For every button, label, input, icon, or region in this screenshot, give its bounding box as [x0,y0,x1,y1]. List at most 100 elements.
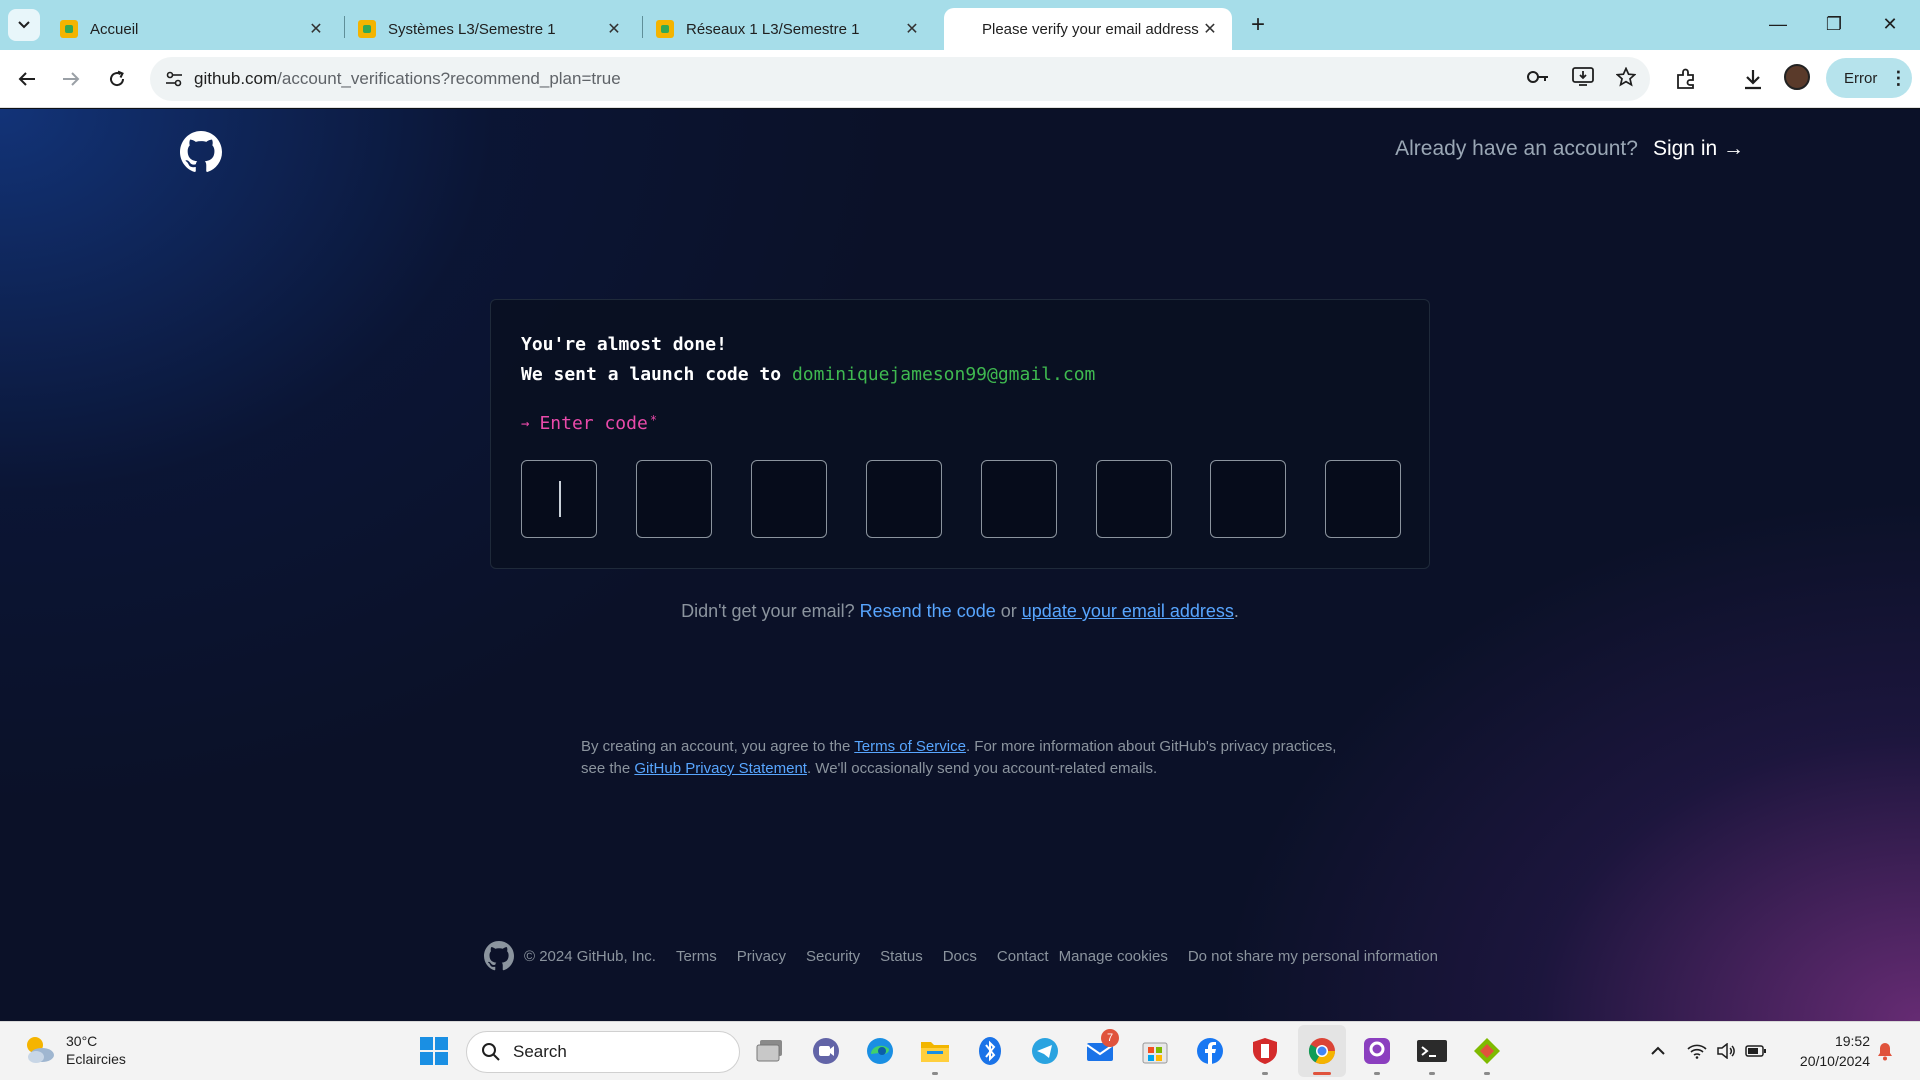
enter-code-label: → Enter code * [521,413,657,434]
almost-done-heading: You're almost done! [521,334,727,355]
telegram-icon[interactable] [1029,1035,1061,1067]
terminal-icon[interactable] [1416,1035,1448,1067]
tab-close-icon[interactable]: ✕ [604,19,624,39]
footer-link-contact[interactable]: Contact [997,948,1049,965]
arrow-right-icon: → [521,416,530,432]
weather-widget[interactable]: 30°C Eclaircies [22,1032,126,1068]
back-button[interactable] [12,64,42,94]
footer-link-status[interactable]: Status [880,948,923,965]
resend-prefix: Didn't get your email? [681,601,855,621]
footer-copyright: © 2024 GitHub, Inc. [524,947,656,965]
password-key-icon[interactable] [1526,69,1550,90]
downloads-icon[interactable] [1738,64,1768,94]
footer-link-docs[interactable]: Docs [943,948,977,965]
file-explorer-icon[interactable] [919,1035,951,1067]
running-indicator [1262,1072,1268,1075]
active-running-indicator [1313,1072,1331,1075]
code-digit-input-2[interactable] [636,460,712,538]
site-info-icon[interactable] [154,71,194,87]
close-window-button[interactable]: ✕ [1870,10,1910,38]
tab-accueil[interactable]: Accueil ✕ [48,8,338,50]
update-email-link[interactable]: update your email address [1022,601,1234,621]
tab-title: Accueil [90,20,139,38]
tab-verify-email[interactable]: Please verify your email address ✕ [944,8,1232,50]
code-digit-input-1[interactable] [521,460,597,538]
footer-link-manage-cookies[interactable]: Manage cookies [1059,948,1168,965]
restore-button[interactable]: ❐ [1814,10,1854,38]
github-logo-icon[interactable] [484,941,514,971]
tab-reseaux[interactable]: Réseaux 1 L3/Semestre 1 ✕ [644,8,934,50]
running-indicator [932,1072,938,1075]
edge-icon[interactable] [864,1035,896,1067]
enter-code-text: Enter code [539,413,648,434]
legal-notice: By creating an account, you agree to the… [581,736,1341,780]
forward-button[interactable] [56,64,86,94]
battery-icon[interactable] [1744,1039,1768,1063]
privacy-statement-link[interactable]: GitHub Privacy Statement [634,760,807,777]
bookmark-star-icon[interactable] [1615,65,1637,92]
profile-error-button[interactable]: Error ⋮ [1826,58,1912,98]
tab-separator [344,16,345,38]
code-digit-input-5[interactable] [981,460,1057,538]
resend-code-link[interactable]: Resend the code [860,601,996,621]
extensions-icon[interactable] [1671,64,1701,94]
footer-link-do-not-share[interactable]: Do not share my personal information [1188,948,1438,965]
windows-taskbar: 30°C Eclaircies Search 7 19:52 20/10/202… [0,1021,1920,1080]
tab-systemes[interactable]: Systèmes L3/Semestre 1 ✕ [346,8,636,50]
tab-separator [642,16,643,38]
pdf-app-icon[interactable] [1361,1035,1393,1067]
sign-in-prompt: Already have an account? Sign in → [1395,137,1744,161]
facebook-icon[interactable] [1194,1035,1226,1067]
classroom-icon [60,20,78,38]
url-path: /account_verifications?recommend_plan=tr… [277,69,621,88]
windows-start-icon[interactable] [418,1035,450,1067]
system-clock[interactable]: 19:52 20/10/2024 [1776,1031,1870,1071]
bluetooth-icon[interactable] [974,1035,1006,1067]
task-view-icon[interactable] [755,1035,787,1067]
tab-title: Please verify your email address [982,20,1199,38]
code-digit-input-3[interactable] [751,460,827,538]
notification-bell-icon[interactable] [1873,1039,1897,1063]
code-digit-input-6[interactable] [1096,460,1172,538]
arrow-right-icon [63,72,80,86]
tab-close-icon[interactable]: ✕ [306,19,326,39]
search-label: Search [513,1042,567,1061]
weather-temp: 30°C [66,1033,98,1049]
reload-icon [110,70,125,87]
legal-text-3: . We'll occasionally send you account-re… [806,760,1158,777]
text-caret [559,481,561,517]
antivirus-shield-icon[interactable] [1249,1035,1281,1067]
recipient-email: dominiquejameson99@gmail.com [791,364,1096,385]
install-app-icon[interactable] [1572,66,1594,92]
code-digit-input-7[interactable] [1210,460,1286,538]
classroom-icon [656,20,674,38]
sign-in-link[interactable]: Sign in → [1653,137,1744,161]
dev-tool-icon[interactable] [1471,1035,1503,1067]
chrome-icon[interactable] [1306,1035,1338,1067]
wifi-icon[interactable] [1685,1039,1709,1063]
partly-cloudy-icon [22,1033,56,1067]
microsoft-store-icon[interactable] [1139,1035,1171,1067]
terms-of-service-link[interactable]: Terms of Service [854,738,966,755]
volume-icon[interactable] [1714,1039,1738,1063]
tab-close-icon[interactable]: ✕ [1200,19,1220,39]
teams-chat-icon[interactable] [810,1035,842,1067]
profile-avatar[interactable] [1784,64,1810,90]
page-footer: © 2024 GitHub, Inc. Terms Privacy Securi… [484,941,1458,971]
code-digit-input-8[interactable] [1325,460,1401,538]
clock-time: 19:52 [1834,1033,1870,1049]
code-digit-input-4[interactable] [866,460,942,538]
reload-button[interactable] [102,64,132,94]
tab-close-icon[interactable]: ✕ [902,19,922,39]
address-bar[interactable]: github.com/account_verifications?recomme… [150,57,1650,101]
minimize-button[interactable]: — [1758,10,1798,38]
footer-link-privacy[interactable]: Privacy [737,948,786,965]
new-tab-button[interactable]: + [1244,12,1272,40]
footer-link-security[interactable]: Security [806,948,860,965]
footer-link-terms[interactable]: Terms [676,948,717,965]
taskbar-search[interactable]: Search [466,1031,740,1073]
menu-dots-icon[interactable]: ⋮ [1889,68,1907,89]
chevron-up-icon[interactable] [1646,1039,1670,1063]
tab-search-button[interactable] [8,9,40,41]
github-logo-icon[interactable] [180,131,222,173]
